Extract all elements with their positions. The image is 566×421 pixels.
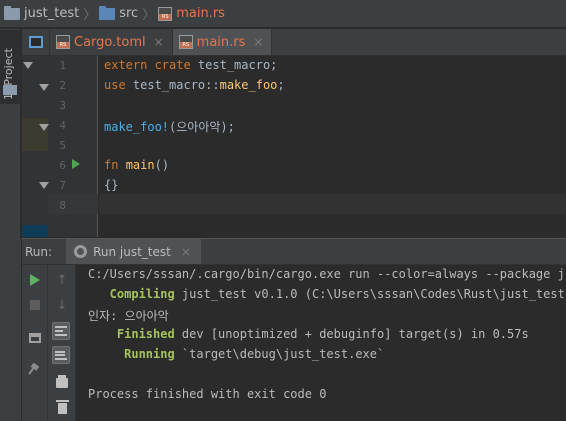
run-toolbar-left: [22, 265, 48, 421]
line-number: 1: [59, 59, 66, 72]
close-icon[interactable]: ×: [154, 35, 164, 49]
tab-label: Cargo.toml: [74, 34, 146, 50]
scroll-to-end-toggle[interactable]: [52, 346, 70, 364]
breadcrumb-project-label: just_test: [24, 6, 80, 21]
rust-file-icon: [178, 35, 193, 49]
breadcrumb-separator: 〉: [142, 8, 156, 23]
code-line: extern crate test_macro;: [104, 58, 277, 72]
rust-file-icon: [158, 6, 173, 21]
pin-icon: [28, 363, 42, 379]
source-folder-icon: [99, 5, 116, 20]
code-token: main: [125, 158, 155, 172]
breadcrumb-file-label: main.rs: [176, 6, 225, 21]
fold-arrow-icon[interactable]: [39, 182, 49, 189]
close-icon[interactable]: ×: [181, 245, 191, 259]
line-number: 3: [59, 99, 66, 112]
scroll-marker: [22, 225, 48, 237]
bottom-tool-strip: [0, 238, 21, 421]
fold-arrow-icon[interactable]: [39, 124, 49, 131]
breadcrumb-folder[interactable]: src: [99, 0, 138, 28]
scroll-down-button[interactable]: ↓: [53, 296, 71, 314]
code-token: (): [154, 158, 170, 172]
navigation-bar: just_test 〉 src 〉 main.rs: [0, 0, 566, 28]
console-line: Compiling just_test v0.1.0 (C:\Users\sss…: [88, 287, 566, 301]
scroll-to-end-icon: [55, 350, 67, 360]
console-output[interactable]: C:/Users/sssan/.cargo/bin/cargo.exe run …: [77, 265, 566, 421]
tab-cargo-toml[interactable]: Cargo.toml ×: [50, 29, 173, 55]
line-number: 2: [59, 79, 66, 92]
stop-icon: [30, 300, 40, 310]
toml-file-icon: [56, 35, 70, 49]
soft-wrap-icon: [55, 326, 67, 336]
cargo-gear-icon: [74, 245, 88, 258]
project-folder-icon: [3, 85, 17, 95]
split-layout-button[interactable]: [22, 29, 50, 55]
stop-button[interactable]: [26, 296, 44, 314]
code-line: make_foo!(으아아악);: [104, 118, 235, 135]
scroll-up-button[interactable]: ↑: [53, 271, 71, 289]
restore-layout-button[interactable]: [26, 329, 44, 347]
folder-icon: [4, 5, 20, 20]
console-line: Finished dev [unoptimized + debuginfo] t…: [88, 327, 529, 341]
line-number: 7: [59, 179, 66, 192]
code-token: {}: [104, 178, 119, 192]
code-line: use test_macro::make_foo;: [104, 78, 285, 92]
code-token: fn: [104, 158, 119, 172]
line-number: 8: [59, 199, 66, 212]
line-number: 5: [59, 139, 66, 152]
print-button[interactable]: [53, 374, 71, 392]
console-status: Running: [88, 347, 175, 361]
console-line: Running `target\debug\just_test.exe`: [88, 347, 385, 361]
console-status: Finished: [88, 327, 175, 341]
tab-run-just-test[interactable]: Run just_test ×: [66, 239, 201, 264]
breadcrumb-file[interactable]: main.rs: [158, 0, 225, 28]
editor-tab-bar: Cargo.toml × main.rs ×: [22, 29, 566, 56]
clear-all-button[interactable]: [53, 399, 71, 417]
code-token: make_foo: [219, 78, 278, 92]
fold-arrow-icon[interactable]: [39, 84, 49, 91]
code-line: {}: [104, 178, 118, 192]
pin-tab-button[interactable]: [26, 362, 44, 380]
trash-icon: [55, 399, 69, 414]
code-token: make_foo!: [104, 120, 170, 134]
run-main-icon[interactable]: [72, 159, 80, 169]
code-token: ;: [277, 78, 285, 92]
breadcrumb-folder-label: src: [119, 6, 139, 21]
tab-label: main.rs: [196, 34, 246, 50]
console-line: 인자: 으아아악: [88, 309, 169, 323]
line-number: 4: [59, 119, 66, 132]
code-token: test_macro;: [190, 58, 278, 72]
layout-icon: [28, 36, 43, 48]
rerun-button[interactable]: [26, 271, 44, 289]
arrow-down-icon: ↓: [56, 297, 68, 313]
breadcrumb-separator: 〉: [83, 8, 97, 23]
line-number: 6: [59, 159, 66, 172]
run-tab-label: Run just_test: [93, 244, 171, 259]
layout-grid-icon: [29, 333, 41, 343]
code-line: fn main(): [104, 158, 169, 172]
console-line: Process finished with exit code 0: [88, 387, 327, 401]
code-token: (으아아악);: [169, 120, 235, 134]
code-token: test_macro::: [125, 78, 220, 92]
play-icon: [30, 274, 40, 286]
arrow-up-icon: ↑: [56, 272, 68, 288]
caret-line-highlight: [99, 194, 566, 214]
run-toolbar-right: ↑ ↓: [48, 265, 76, 421]
breadcrumb-project[interactable]: just_test: [4, 0, 79, 28]
close-icon[interactable]: ×: [253, 35, 263, 49]
collapse-arrow-icon[interactable]: [23, 62, 33, 69]
run-panel-title: Run:: [25, 244, 53, 259]
print-icon: [56, 375, 68, 388]
modification-marker: [22, 118, 48, 151]
code-token: use: [104, 78, 126, 92]
console-status: Compiling: [88, 287, 175, 301]
console-line: C:/Users/sssan/.cargo/bin/cargo.exe run …: [88, 267, 566, 281]
tab-main-rs[interactable]: main.rs ×: [172, 29, 273, 55]
soft-wrap-toggle[interactable]: [52, 322, 70, 340]
code-token: extern crate: [104, 58, 191, 72]
run-panel-header: Run: Run just_test ×: [22, 238, 566, 265]
